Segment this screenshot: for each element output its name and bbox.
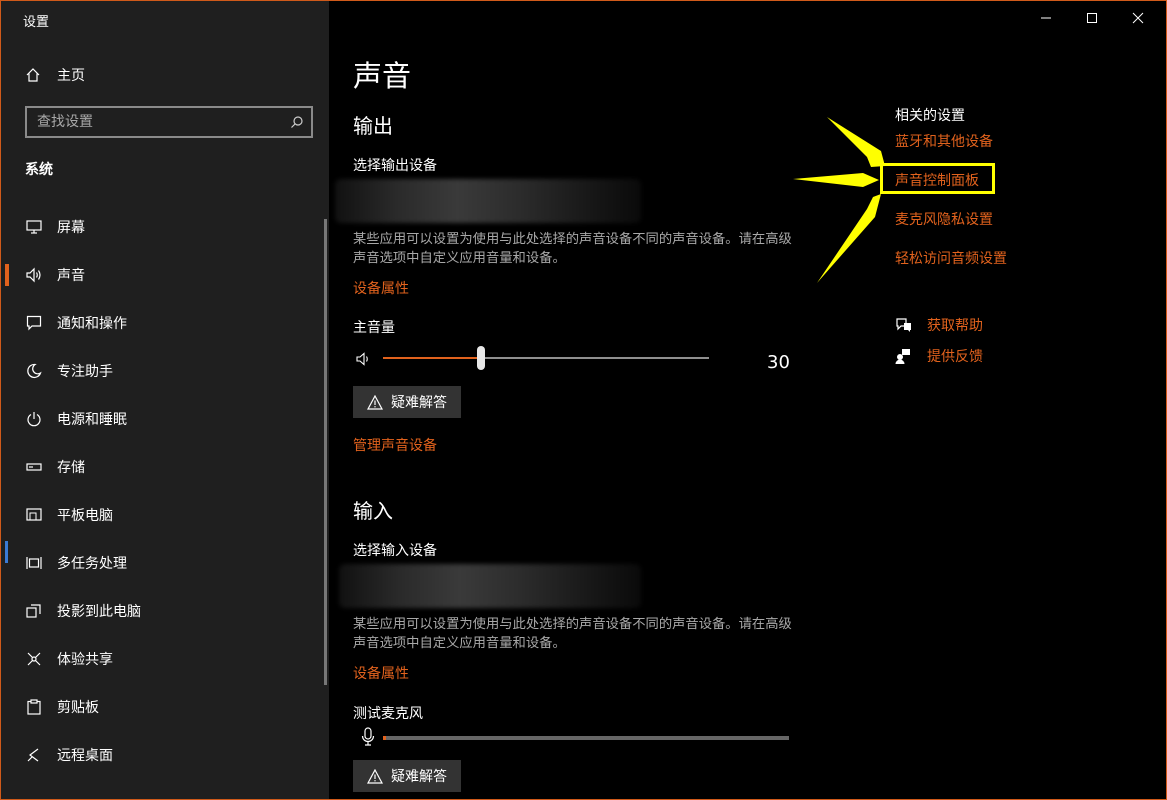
microphone-privacy-link[interactable]: 麦克风隐私设置 [895,209,993,229]
feedback-icon [895,348,913,364]
sidebar-item-label: 平板电脑 [57,508,113,524]
sidebar-item-shared-experiences[interactable]: 体验共享 [1,635,321,683]
remote-desktop-icon [25,746,43,764]
sidebar-item-label: 电源和睡眠 [57,412,127,428]
volume-fill [383,357,481,359]
search-box[interactable] [25,106,313,138]
warning-icon [367,394,383,410]
sidebar-item-label: 投影到此电脑 [57,604,141,620]
sidebar-item-multitasking[interactable]: 多任务处理 [1,539,321,587]
volume-value: 30 [767,352,790,373]
sidebar-item-notifications[interactable]: 通知和操作 [1,299,321,347]
search-icon[interactable] [290,114,304,133]
volume-thumb[interactable] [476,346,485,370]
arrow-upper [827,117,885,167]
give-feedback-label: 提供反馈 [927,349,983,365]
sidebar-nav: 屏幕 声音 通知和操作 专注助手 电源和睡眠 存储 平板电脑 多任务处理 投影到… [1,203,321,779]
warning-icon [367,768,383,784]
selection-marker [5,541,8,563]
master-volume-label: 主音量 [353,320,395,336]
sidebar-item-label: 存储 [57,460,85,476]
input-heading: 输入 [353,499,393,523]
home-label: 主页 [57,68,85,84]
arrow-middle [793,173,879,187]
sidebar-item-project[interactable]: 投影到此电脑 [1,587,321,635]
give-feedback-link[interactable]: 提供反馈 [895,346,983,366]
sidebar-item-storage[interactable]: 存储 [1,443,321,491]
sidebar-item-label: 远程桌面 [57,748,113,764]
sidebar-item-sound[interactable]: 声音 [1,251,321,299]
output-device-label: 选择输出设备 [353,158,437,174]
tablet-icon [25,506,43,524]
search-input[interactable] [27,113,289,131]
app-title: 设置 [23,15,50,30]
project-icon [25,602,43,620]
output-troubleshoot-button[interactable]: 疑难解答 [353,386,461,418]
input-device-properties-link[interactable]: 设备属性 [353,663,409,683]
output-heading: 输出 [353,114,393,138]
sidebar-item-tablet[interactable]: 平板电脑 [1,491,321,539]
moon-icon [25,362,43,380]
test-mic-label: 测试麦克风 [353,706,423,722]
microphone-icon [361,727,375,751]
power-icon [25,410,43,428]
sidebar-item-power-sleep[interactable]: 电源和睡眠 [1,395,321,443]
input-troubleshoot-button[interactable]: 疑难解答 [353,760,461,792]
sidebar-item-focus-assist[interactable]: 专注助手 [1,347,321,395]
sidebar-item-label: 通知和操作 [57,316,127,332]
minimize-icon [1040,9,1052,28]
output-device-dropdown[interactable] [335,179,641,223]
sidebar-item-label: 专注助手 [57,364,113,380]
related-settings-title: 相关的设置 [895,108,965,124]
input-description: 某些应用可以设置为使用与此处选择的声音设备不同的声音设备。请在高级声音选项中自定… [353,617,792,651]
output-description: 某些应用可以设置为使用与此处选择的声音设备不同的声音设备。请在高级声音选项中自定… [353,232,792,266]
home-nav-item[interactable]: 主页 [25,63,325,87]
page-title: 声音 [353,59,412,93]
troubleshoot-label: 疑难解答 [391,395,447,411]
manage-sound-devices-link[interactable]: 管理声音设备 [353,435,437,455]
multitask-icon [25,554,43,572]
sidebar-scrollbar[interactable] [324,219,327,685]
mic-level-fill [383,736,386,740]
ease-of-access-audio-link[interactable]: 轻松访问音频设置 [895,248,1007,268]
mic-level-meter [383,736,789,740]
sidebar-item-label: 声音 [57,268,85,284]
highlight-box [880,163,995,194]
close-button[interactable] [1115,1,1161,35]
sidebar: 设置 主页 系统 屏幕 声音 通知和操作 [1,1,329,799]
get-help-link[interactable]: 获取帮助 [895,315,983,335]
bluetooth-devices-link[interactable]: 蓝牙和其他设备 [895,131,993,151]
minimize-button[interactable] [1023,1,1069,35]
output-device-properties-link[interactable]: 设备属性 [353,278,409,298]
section-title: 系统 [25,162,53,178]
monitor-icon [25,218,43,236]
sidebar-item-label: 多任务处理 [57,556,127,572]
sidebar-item-label: 屏幕 [57,220,85,236]
share-icon [25,650,43,668]
sidebar-item-label: 剪贴板 [57,700,99,716]
input-device-dropdown[interactable] [339,564,641,608]
home-icon [25,67,43,83]
get-help-label: 获取帮助 [927,318,983,334]
clipboard-icon [25,698,43,716]
help-chat-icon [895,317,913,333]
sidebar-item-remote-desktop[interactable]: 远程桌面 [1,731,321,779]
troubleshoot-label: 疑难解答 [391,769,447,785]
maximize-button[interactable] [1069,1,1115,35]
storage-icon [25,458,43,476]
input-device-label: 选择输入设备 [353,543,437,559]
close-icon [1132,9,1144,28]
sidebar-item-label: 体验共享 [57,652,113,668]
volume-speaker-icon[interactable] [356,351,372,370]
maximize-icon [1086,9,1098,28]
sidebar-item-clipboard[interactable]: 剪贴板 [1,683,321,731]
notification-icon [25,314,43,332]
sidebar-item-display[interactable]: 屏幕 [1,203,321,251]
settings-window: 设置 主页 系统 屏幕 声音 通知和操作 [0,0,1167,800]
master-volume-slider[interactable] [383,346,709,370]
speaker-icon [25,266,43,284]
arrow-lower [817,194,881,283]
